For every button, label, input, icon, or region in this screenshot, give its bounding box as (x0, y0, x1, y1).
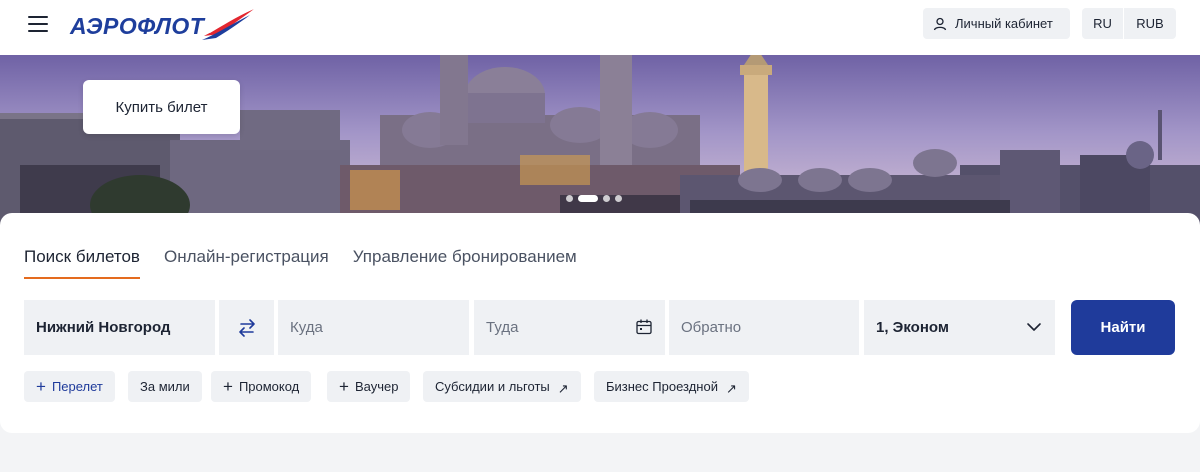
plus-icon: + (223, 377, 233, 396)
chip-promo-code[interactable]: + Промокод (211, 371, 312, 402)
slider-dots (566, 194, 622, 202)
chip-label: Субсидии и льготы (435, 379, 550, 394)
tab-online-checkin[interactable]: Онлайн-регистрация (164, 247, 329, 279)
chip-for-miles[interactable]: За мили (128, 371, 202, 402)
buy-ticket-button[interactable]: Купить билет (83, 80, 240, 134)
language-button[interactable]: RU (1082, 8, 1124, 39)
hero-banner: Купить билет (0, 55, 1200, 230)
slider-dot[interactable] (615, 194, 622, 202)
chip-business-pass[interactable]: Бизнес Проездной ↗ (594, 371, 749, 402)
from-value: Нижний Новгород (36, 319, 171, 336)
passengers-class-select[interactable]: 1, Эконом (864, 300, 1055, 355)
currency-button[interactable]: RUB (1124, 8, 1176, 39)
logo-wing-icon (202, 8, 255, 40)
chip-label: За мили (140, 379, 190, 394)
plus-icon: + (339, 377, 349, 396)
chip-add-flight[interactable]: + Перелет (24, 371, 115, 402)
personal-account-label: Личный кабинет (955, 16, 1053, 31)
slider-dot-active[interactable] (578, 194, 598, 202)
personal-account-button[interactable]: Личный кабинет (923, 8, 1070, 39)
locale-switcher: RU RUB (1082, 8, 1176, 39)
logo-text: АЭРОФЛОТ (70, 12, 205, 39)
chip-label: Ваучер (354, 379, 399, 394)
aeroflot-logo[interactable]: АЭРОФЛОТ (70, 6, 258, 46)
swap-icon (238, 318, 255, 337)
chevron-down-icon (1027, 323, 1041, 331)
chip-subsidies[interactable]: Субсидии и льготы ↗ (423, 371, 581, 402)
chip-label: Промокод (238, 379, 300, 394)
to-placeholder: Куда (290, 319, 323, 336)
search-submit-button[interactable]: Найти (1071, 300, 1175, 355)
plus-icon: + (36, 377, 46, 396)
passengers-value: 1, Эконом (876, 319, 949, 336)
menu-icon[interactable] (28, 14, 50, 34)
slider-dot[interactable] (603, 194, 610, 202)
tab-manage-booking[interactable]: Управление бронированием (353, 247, 577, 279)
chip-label: Бизнес Проездной (606, 379, 718, 394)
person-icon (933, 17, 947, 30)
from-field[interactable]: Нижний Новгород (24, 300, 215, 355)
top-header: АЭРОФЛОТ Личный кабинет RU RUB (0, 0, 1200, 55)
slider-dot[interactable] (566, 194, 573, 202)
tab-ticket-search[interactable]: Поиск билетов (24, 247, 140, 279)
external-arrow-icon: ↗ (557, 380, 569, 396)
search-card: Поиск билетов Онлайн-регистрация Управле… (0, 213, 1200, 433)
departure-date-field[interactable]: Туда (474, 300, 665, 355)
external-arrow-icon: ↗ (725, 380, 737, 396)
chip-label: Перелет (51, 379, 103, 394)
return-date-placeholder: Обратно (681, 319, 742, 336)
chip-voucher[interactable]: + Ваучер (327, 371, 411, 402)
swap-button[interactable] (219, 300, 274, 355)
departure-date-placeholder: Туда (486, 319, 519, 336)
search-tabs: Поиск билетов Онлайн-регистрация Управле… (24, 247, 601, 279)
return-date-field[interactable]: Обратно (669, 300, 859, 355)
to-field[interactable]: Куда (278, 300, 469, 355)
calendar-icon (636, 319, 652, 335)
